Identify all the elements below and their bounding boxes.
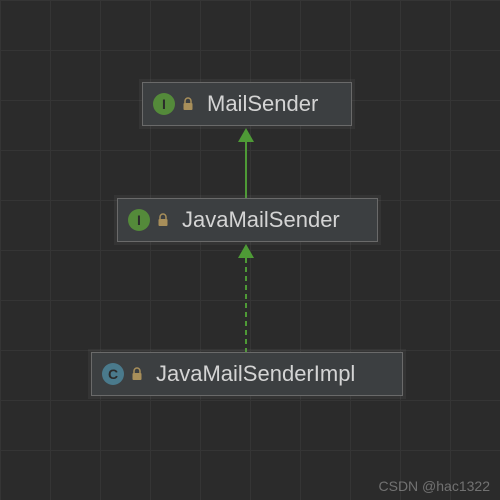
node-mail-sender[interactable]: MailSender	[142, 82, 352, 126]
arrowhead-implements	[238, 244, 254, 258]
node-label: MailSender	[207, 91, 318, 117]
lock-icon	[181, 96, 195, 112]
node-java-mail-sender-impl[interactable]: JavaMailSenderImpl	[91, 352, 403, 396]
arrow-implements	[245, 258, 247, 352]
interface-icon	[153, 93, 175, 115]
node-java-mail-sender[interactable]: JavaMailSender	[117, 198, 378, 242]
arrowhead-extends	[238, 128, 254, 142]
lock-icon	[130, 366, 144, 382]
interface-icon	[128, 209, 150, 231]
class-icon	[102, 363, 124, 385]
arrow-extends	[245, 142, 247, 198]
node-label: JavaMailSenderImpl	[156, 361, 355, 387]
watermark: CSDN @hac1322	[379, 478, 491, 494]
lock-icon	[156, 212, 170, 228]
node-label: JavaMailSender	[182, 207, 340, 233]
